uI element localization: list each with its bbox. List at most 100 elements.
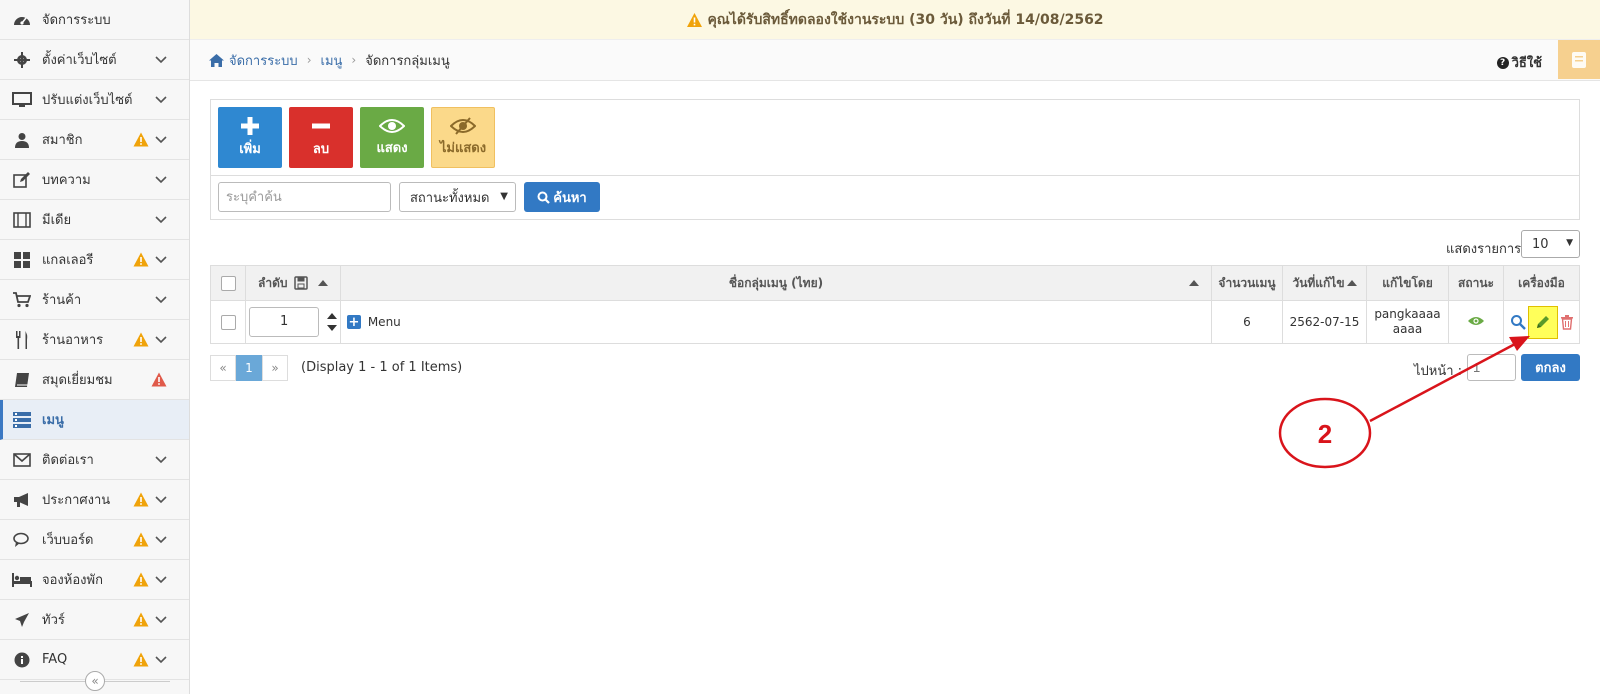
perpage-value: 10: [1532, 236, 1549, 252]
chevron-down-icon[interactable]: [155, 213, 167, 228]
goto-page-button[interactable]: ตกลง: [1521, 354, 1580, 381]
sidebar-item-2[interactable]: ปรับแต่งเว็บไซต์: [0, 80, 189, 120]
expand-plus-icon[interactable]: +: [347, 315, 361, 330]
warning-icon: [133, 532, 149, 551]
page-1-button[interactable]: 1: [236, 355, 262, 381]
header-name[interactable]: ชื่อกลุ่มเมนู (ไทย): [340, 265, 1212, 301]
sidebar-item-3[interactable]: สมาชิก: [0, 120, 189, 160]
add-button[interactable]: เพิ่ม: [218, 107, 282, 168]
help-link[interactable]: ? วิธีใช้: [1496, 52, 1542, 73]
collapse-sidebar-button[interactable]: «: [85, 671, 105, 691]
row-checkbox[interactable]: [220, 314, 236, 330]
pencil-icon: [1536, 316, 1549, 328]
prev-page-button[interactable]: «: [210, 355, 236, 381]
stepper-up-icon[interactable]: [326, 313, 337, 319]
annotation-number: 2: [1318, 419, 1332, 449]
sidebar-item-13[interactable]: เว็บบอร์ด: [0, 520, 189, 560]
status-select-value: สถานะทั้งหมด: [410, 190, 490, 206]
bed-icon: [12, 570, 32, 590]
view-search-icon[interactable]: [1510, 314, 1526, 330]
add-button-label: เพิ่ม: [239, 142, 261, 157]
sidebar-item-label: จัดการระบบ: [42, 13, 111, 28]
status-select[interactable]: สถานะทั้งหมด ▼: [399, 182, 516, 212]
edit-button[interactable]: [1527, 305, 1558, 339]
eye-icon: [379, 119, 405, 133]
search-button[interactable]: ค้นหา: [524, 182, 600, 212]
sidebar-item-5[interactable]: มีเดีย: [0, 200, 189, 240]
chevron-down-icon[interactable]: [155, 253, 167, 268]
caret-down-icon: ▼: [500, 191, 508, 202]
book-icon: [12, 370, 32, 390]
hide-button-label: ไม่แสดง: [439, 141, 487, 156]
order-input[interactable]: 1: [249, 307, 320, 337]
sidebar-item-15[interactable]: ทัวร์: [0, 600, 189, 640]
sidebar-item-12[interactable]: ประกาศงาน: [0, 480, 189, 520]
warning-icon: [133, 612, 149, 631]
header-editor-label: แก้ไขโดย: [1382, 275, 1433, 290]
row-name-cell: + Menu: [340, 300, 1212, 344]
select-all-checkbox[interactable]: [220, 275, 236, 291]
sidebar-item-8[interactable]: ร้านอาหาร: [0, 320, 189, 360]
sidebar-item-label: เมนู: [42, 413, 64, 428]
hide-button[interactable]: ไม่แสดง: [431, 107, 495, 168]
chevron-down-icon[interactable]: [155, 93, 167, 108]
chevron-down-icon[interactable]: [155, 293, 167, 308]
trial-notice-text: คุณได้รับสิทธิ์ทดลองใช้งานระบบ (30 วัน) …: [707, 11, 1104, 28]
film-icon: [12, 210, 32, 230]
sidebar-item-4[interactable]: บทความ: [0, 160, 189, 200]
header-count[interactable]: จำนวนเมนู: [1211, 265, 1283, 301]
chevron-down-icon[interactable]: [155, 333, 167, 348]
sidebar-item-1[interactable]: ตั้งค่าเว็บไซต์: [0, 40, 189, 80]
notes-button[interactable]: [1558, 40, 1600, 79]
delete-button[interactable]: ลบ: [289, 107, 353, 168]
next-page-button[interactable]: »: [262, 355, 288, 381]
order-stepper[interactable]: [326, 310, 337, 334]
chevron-down-icon[interactable]: [155, 653, 167, 668]
chevron-down-icon[interactable]: [155, 133, 167, 148]
save-icon[interactable]: [294, 276, 308, 290]
header-select-all[interactable]: [210, 265, 246, 301]
stepper-down-icon[interactable]: [326, 325, 337, 331]
pagination-info: (Display 1 - 1 of 1 Items): [301, 360, 463, 375]
comments-icon: [12, 530, 32, 550]
sidebar-item-0[interactable]: จัดการระบบ: [0, 0, 189, 40]
sidebar-item-6[interactable]: แกลเลอรี: [0, 240, 189, 280]
chevron-down-icon[interactable]: [155, 173, 167, 188]
trash-icon[interactable]: [1560, 314, 1574, 330]
chevron-down-icon[interactable]: [155, 53, 167, 68]
header-date[interactable]: วันที่แก้ไข: [1282, 265, 1367, 301]
chevron-down-icon[interactable]: [155, 613, 167, 628]
goto-page-input[interactable]: [1467, 354, 1516, 381]
header-editor[interactable]: แก้ไขโดย: [1366, 265, 1449, 301]
header-status[interactable]: สถานะ: [1448, 265, 1504, 301]
search-input[interactable]: [218, 182, 391, 212]
sidebar-item-9[interactable]: สมุดเยี่ยมชม: [0, 360, 189, 400]
sidebar-item-11[interactable]: ติดต่อเรา: [0, 440, 189, 480]
sidebar-item-14[interactable]: จองห้องพัก: [0, 560, 189, 600]
chevron-down-icon[interactable]: [155, 573, 167, 588]
header-order[interactable]: ลำดับ: [245, 265, 341, 301]
breadcrumb-home[interactable]: จัดการระบบ: [229, 50, 298, 71]
breadcrumb-menu[interactable]: เมนู: [321, 50, 343, 71]
chevron-down-icon[interactable]: [155, 493, 167, 508]
row-name[interactable]: Menu: [368, 315, 401, 329]
row-select-cell[interactable]: [210, 300, 246, 344]
edit-icon: [12, 170, 32, 190]
home-icon[interactable]: [208, 53, 225, 68]
help-label: วิธีใช้: [1511, 56, 1542, 71]
monitor-icon: [12, 90, 32, 110]
sidebar-item-7[interactable]: ร้านค้า: [0, 280, 189, 320]
table-header-row: ลำดับ ชื่อกลุ่มเมนู (ไทย) จำนวนเมนู วันท…: [210, 265, 1580, 301]
question-icon: ?: [1496, 56, 1509, 69]
sidebar: จัดการระบบตั้งค่าเว็บไซต์ ปรับแต่งเว็บไซต…: [0, 0, 190, 694]
danger-warning-icon: [151, 372, 167, 391]
delete-button-label: ลบ: [312, 142, 330, 157]
chevron-down-icon[interactable]: [155, 453, 167, 468]
chevron-down-icon[interactable]: [155, 533, 167, 548]
sidebar-item-10[interactable]: เมนู: [0, 400, 189, 440]
eye-icon[interactable]: [1467, 315, 1485, 327]
envelope-icon: [12, 450, 32, 470]
show-button[interactable]: แสดง: [360, 107, 424, 168]
perpage-select[interactable]: 10 ▼: [1521, 230, 1580, 258]
row-count: 6: [1211, 300, 1283, 344]
